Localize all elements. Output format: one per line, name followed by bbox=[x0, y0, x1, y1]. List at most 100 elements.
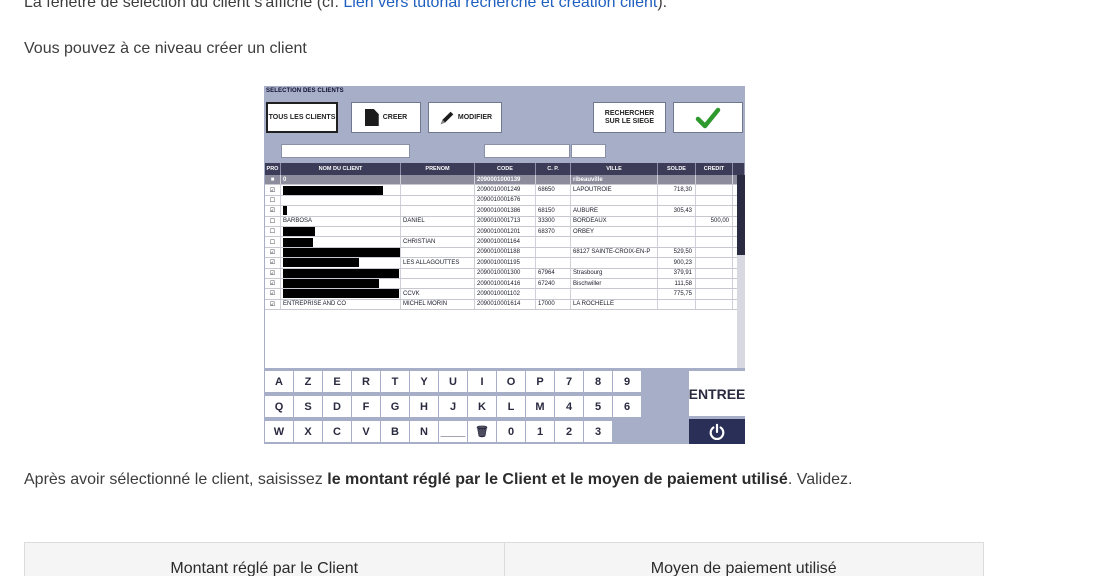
col-firstname[interactable]: PRENOM bbox=[401, 163, 475, 175]
code-cell: 2090010001300 bbox=[475, 268, 536, 278]
col-city[interactable]: VILLE bbox=[571, 163, 658, 175]
key-u[interactable]: U bbox=[439, 371, 467, 392]
key-8[interactable]: 8 bbox=[584, 371, 612, 392]
key-2[interactable]: 2 bbox=[555, 421, 583, 442]
enter-key[interactable]: ENTREE bbox=[689, 371, 745, 416]
key-o[interactable]: O bbox=[497, 371, 525, 392]
key-a[interactable]: A bbox=[265, 371, 293, 392]
key-delete[interactable]: 🗑 bbox=[468, 421, 496, 442]
key-s[interactable]: S bbox=[294, 396, 322, 417]
table-row[interactable]: ☐ 2090010001201 68370 ORBEY bbox=[265, 226, 745, 238]
all-clients-button[interactable]: TOUS LES CLIENTS bbox=[266, 102, 338, 133]
key-l[interactable]: L bbox=[497, 396, 525, 417]
pro-checkbox[interactable]: ☐ bbox=[265, 226, 281, 237]
table-row[interactable]: ☑ 2090010001249 68650 LAPOUTROIE 718,30 bbox=[265, 185, 745, 196]
table-row[interactable]: ☑ 2090010001386 68150 AUBURE 305,43 bbox=[265, 206, 745, 217]
client-selection-screenshot: SELECTION DES CLIENTS TOUS LES CLIENTS C… bbox=[264, 86, 745, 444]
key-f[interactable]: F bbox=[352, 396, 380, 417]
cp-filter-input[interactable] bbox=[571, 144, 606, 158]
key-r[interactable]: R bbox=[352, 371, 380, 392]
cp-cell bbox=[536, 247, 571, 258]
client-name-cell bbox=[281, 226, 401, 237]
key-m[interactable]: M bbox=[526, 396, 554, 417]
pro-checkbox[interactable]: ☑ bbox=[265, 185, 281, 195]
pro-checkbox[interactable]: ☑ bbox=[265, 247, 281, 258]
pro-checkbox[interactable]: ☑ bbox=[265, 268, 281, 278]
key-0[interactable]: 0 bbox=[497, 421, 525, 442]
key-space[interactable]: ____ bbox=[439, 421, 467, 442]
validate-button[interactable] bbox=[673, 102, 743, 133]
key-k[interactable]: K bbox=[468, 396, 496, 417]
cp-cell: 67964 bbox=[536, 268, 571, 278]
key-q[interactable]: Q bbox=[265, 396, 293, 417]
key-3[interactable]: 3 bbox=[584, 421, 612, 442]
pro-checkbox[interactable]: ☑ bbox=[265, 258, 281, 268]
key-i[interactable]: I bbox=[468, 371, 496, 392]
pro-checkbox[interactable]: ☑ bbox=[265, 278, 281, 289]
code-cell: 2090010001188 bbox=[475, 247, 536, 258]
key-b[interactable]: B bbox=[381, 421, 409, 442]
pro-checkbox[interactable]: ☐ bbox=[265, 195, 281, 206]
key-d[interactable]: D bbox=[323, 396, 351, 417]
cp-cell: 68370 bbox=[536, 226, 571, 237]
code-cell: 2090010001164 bbox=[475, 237, 536, 247]
table-row[interactable]: ☐ BARBOSA DANIEL 2090010001713 33300 BORDEAUX… bbox=[265, 216, 745, 227]
key-7[interactable]: 7 bbox=[555, 371, 583, 392]
tutorial-link[interactable]: Lien vers tutorial recherche et création… bbox=[343, 0, 657, 11]
table-row[interactable]: ☑ LES ALLAGOUTTES 2090010001195 900,23 bbox=[265, 258, 745, 269]
key-g[interactable]: G bbox=[381, 396, 409, 417]
pro-checkbox[interactable]: ☐ bbox=[265, 216, 281, 226]
col-name[interactable]: NOM DU CLIENT bbox=[281, 163, 401, 175]
key-e[interactable]: E bbox=[323, 371, 351, 392]
pro-checkbox[interactable]: ☑ bbox=[265, 299, 281, 310]
table-row[interactable]: ☑ 2090010001300 67964 Strasbourg 379,91 bbox=[265, 268, 745, 279]
table-row[interactable]: ☑ ENTREPRISE AND CO MICHEL MORIN 2090010001… bbox=[265, 299, 745, 311]
table-row[interactable]: ☐ CHRISTIAN 2090010001164 bbox=[265, 237, 745, 248]
key-v[interactable]: V bbox=[352, 421, 380, 442]
balance-cell: 775,75 bbox=[658, 289, 696, 299]
key-n[interactable]: N bbox=[410, 421, 438, 442]
redacted-name bbox=[283, 279, 379, 289]
col-cp[interactable]: C. P. bbox=[536, 163, 571, 175]
key-4[interactable]: 4 bbox=[555, 396, 583, 417]
search-headquarters-button[interactable]: RECHERCHER SUR LE SIEGE bbox=[593, 102, 666, 133]
pro-checkbox[interactable]: ☑ bbox=[265, 289, 281, 299]
code-cell: 2090010001201 bbox=[475, 226, 536, 237]
create-paragraph: Vous pouvez à ce niveau créer un client bbox=[24, 40, 307, 57]
key-z[interactable]: Z bbox=[294, 371, 322, 392]
key-1[interactable]: 1 bbox=[526, 421, 554, 442]
table-row[interactable]: ☑ 2090010001188 68127 SAINTE-CROIX-EN-P 529… bbox=[265, 247, 745, 259]
key-x[interactable]: X bbox=[294, 421, 322, 442]
table-row[interactable]: ■ 0 2090001000139 ribeauville bbox=[265, 175, 745, 186]
key-h[interactable]: H bbox=[410, 396, 438, 417]
col-balance[interactable]: SOLDE bbox=[658, 163, 696, 175]
key-p[interactable]: P bbox=[526, 371, 554, 392]
table-row[interactable]: ☑ CCVK 2090010001102 775,75 bbox=[265, 289, 745, 300]
create-button[interactable]: CREER bbox=[351, 102, 421, 133]
col-credit[interactable]: CREDIT bbox=[696, 163, 733, 175]
intro-paragraph: La fenêtre de sélection du client s'affi… bbox=[24, 0, 667, 14]
pro-checkbox[interactable]: ☐ bbox=[265, 237, 281, 247]
table-scroll-thumb[interactable] bbox=[737, 175, 745, 255]
col-pro[interactable]: PRO bbox=[265, 163, 281, 175]
table-row[interactable]: ☑ 2090010001416 67240 Bischwiller 111,58 bbox=[265, 278, 745, 290]
key-5[interactable]: 5 bbox=[584, 396, 612, 417]
key-t[interactable]: T bbox=[381, 371, 409, 392]
code-filter-input[interactable] bbox=[484, 144, 570, 158]
col-code[interactable]: CODE bbox=[475, 163, 536, 175]
table-row[interactable]: ☐ 2090010001676 bbox=[265, 195, 745, 207]
modify-button[interactable]: MODIFIER bbox=[428, 102, 502, 133]
key-c[interactable]: C bbox=[323, 421, 351, 442]
pro-checkbox[interactable]: ■ bbox=[265, 175, 281, 185]
power-button[interactable] bbox=[689, 419, 745, 444]
name-filter-input[interactable] bbox=[281, 144, 410, 158]
key-6[interactable]: 6 bbox=[613, 396, 641, 417]
cp-cell bbox=[536, 195, 571, 206]
key-w[interactable]: W bbox=[265, 421, 293, 442]
key-j[interactable]: J bbox=[439, 396, 467, 417]
key-y[interactable]: Y bbox=[410, 371, 438, 392]
key-9[interactable]: 9 bbox=[613, 371, 641, 392]
pro-checkbox[interactable]: ☑ bbox=[265, 206, 281, 216]
after-paragraph: Après avoir sélectionné le client, saisi… bbox=[24, 469, 984, 491]
balance-cell bbox=[658, 237, 696, 247]
